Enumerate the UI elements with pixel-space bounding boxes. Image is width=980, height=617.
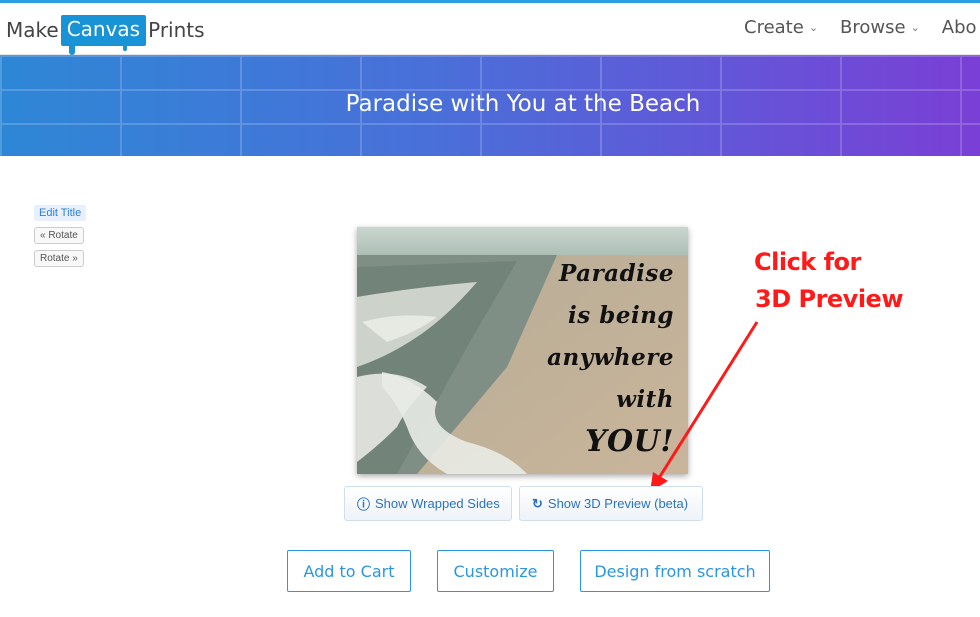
design-from-scratch-button[interactable]: Design from scratch <box>580 550 770 592</box>
rotate-left-button[interactable]: « Rotate <box>34 227 84 244</box>
site-logo[interactable]: Make Canvas Prints <box>6 11 205 55</box>
edit-title-link[interactable]: Edit Title <box>34 205 87 221</box>
canvas-preview-image[interactable]: Paradise is being anywhere with YOU! <box>357 227 688 474</box>
annotation-line-2: 3D Preview <box>755 285 904 313</box>
refresh-icon: ↻ <box>532 495 543 511</box>
annotation-line-1: Click for <box>754 248 861 276</box>
show-wrapped-sides-button[interactable]: ⓘ Show Wrapped Sides <box>344 486 512 521</box>
editor-sidebar: Edit Title « Rotate Rotate » <box>34 203 87 267</box>
menu-create[interactable]: Create ⌄ <box>744 17 818 38</box>
top-navbar: Make Canvas Prints Create ⌄ Browse ⌄ Abo <box>0 3 980 55</box>
logo-make: Make <box>6 18 59 42</box>
menu-about[interactable]: Abo <box>942 17 977 38</box>
chevron-down-icon: ⌄ <box>910 21 920 34</box>
add-to-cart-button[interactable]: Add to Cart <box>287 550 411 592</box>
logo-prints: Prints <box>148 18 205 42</box>
rotate-right-button[interactable]: Rotate » <box>34 250 84 267</box>
show-3d-preview-button[interactable]: ↻ Show 3D Preview (beta) <box>519 486 703 521</box>
canvas-quote: Paradise is being anywhere with YOU! <box>547 260 674 459</box>
page-banner: Paradise with You at the Beach <box>0 55 980 156</box>
customize-button[interactable]: Customize <box>437 550 554 592</box>
chevron-down-icon: ⌄ <box>808 21 819 34</box>
menu-browse[interactable]: Browse ⌄ <box>840 17 920 38</box>
main-menu: Create ⌄ Browse ⌄ Abo <box>744 17 980 38</box>
page-title: Paradise with You at the Beach <box>345 91 701 117</box>
logo-canvas: Canvas <box>60 14 147 55</box>
info-icon: ⓘ <box>357 497 371 512</box>
